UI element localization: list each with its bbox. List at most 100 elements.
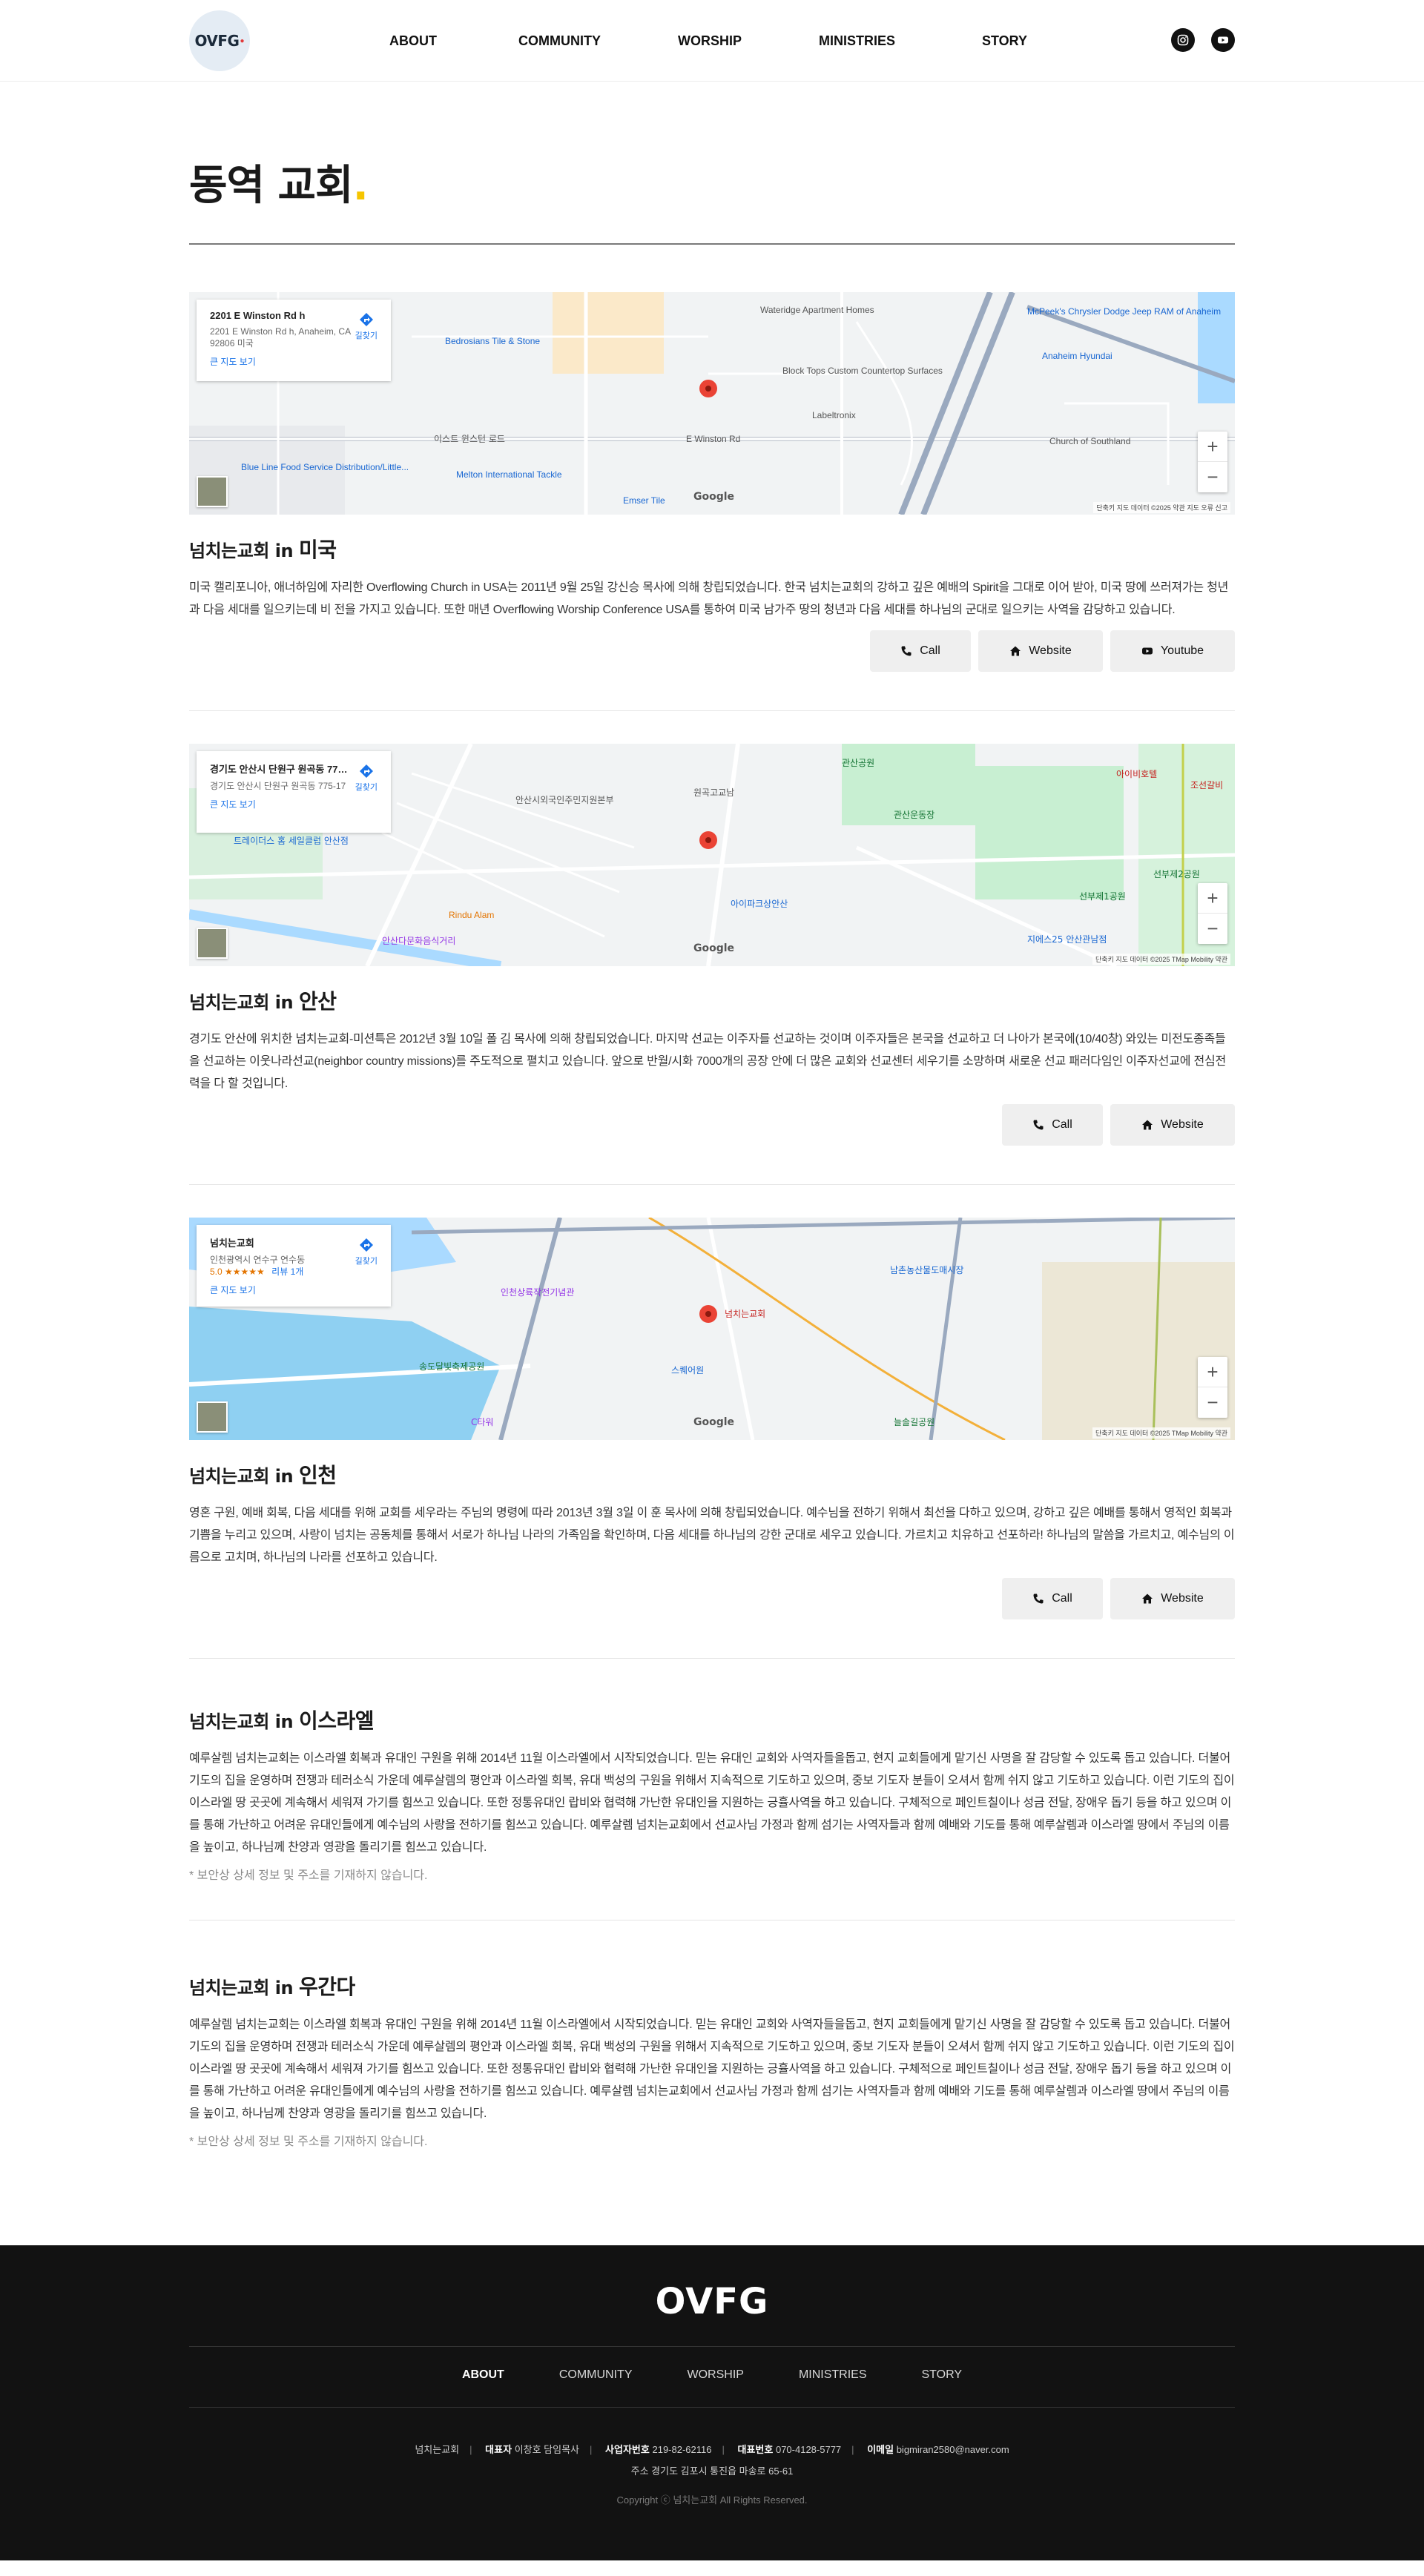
website-button[interactable]: Website — [978, 630, 1103, 672]
zoom-in-button[interactable]: + — [1198, 1357, 1227, 1387]
youtube-button[interactable]: Youtube — [1110, 630, 1235, 672]
call-button[interactable]: Call — [1002, 1578, 1103, 1619]
google-logo: Google — [693, 491, 735, 503]
map-label: 원곡고교남 — [693, 787, 734, 798]
map-label: 인천상륙작전기념관 — [501, 1287, 574, 1298]
map-place-name: 경기도 안산시 단원구 원곡동 775-17 — [210, 764, 351, 775]
church-prefix: 넘치는교회 in — [189, 1978, 294, 1998]
directions-label: 길찾기 — [355, 1257, 378, 1266]
map-zoom-control: + − — [1198, 883, 1227, 944]
map-label: 관산운동장 — [894, 810, 934, 820]
larger-map-link[interactable]: 큰 지도 보기 — [210, 1284, 378, 1296]
site-logo[interactable]: OVFG ● — [189, 10, 250, 71]
home-icon — [1142, 1120, 1153, 1130]
map-label: Rindu Alam — [449, 910, 494, 920]
nav-about[interactable]: ABOUT — [389, 33, 518, 49]
zoom-out-button[interactable]: − — [1198, 1387, 1227, 1418]
map-attribution: 단축키 지도 데이터 ©2025 TMap Mobility 약관 — [1092, 954, 1230, 965]
call-label: Call — [1052, 1118, 1072, 1131]
footer-rep: 이창호 담임목사 — [514, 2444, 580, 2455]
church-prefix: 넘치는교회 in — [189, 1466, 294, 1487]
footer-nav-ministries[interactable]: MINISTRIES — [799, 2368, 867, 2382]
map-label: 선부제1공원 — [1079, 891, 1126, 902]
map-label: 넘치는교회 — [725, 1309, 765, 1319]
footer-nav-story[interactable]: STORY — [922, 2368, 963, 2382]
security-note: * 보안상 상세 정보 및 주소를 기재하지 않습니다. — [189, 1869, 428, 1882]
church-location: 인천 — [298, 1463, 337, 1487]
map-label: Labeltronix — [812, 410, 856, 420]
website-label: Website — [1161, 1592, 1204, 1605]
church-actions: Call Website — [189, 1578, 1235, 1619]
footer-nav-about[interactable]: ABOUT — [462, 2368, 504, 2382]
call-button[interactable]: Call — [870, 630, 971, 672]
larger-map-link[interactable]: 큰 지도 보기 — [210, 355, 378, 368]
map-incheon[interactable]: 넘치는교회 인천상륙작전기념관 남촌농산물도매시장 송도달빛축제공원 스퀘어원 … — [189, 1218, 1235, 1440]
footer-nav-worship[interactable]: WORSHIP — [687, 2368, 743, 2382]
youtube-icon[interactable] — [1211, 28, 1235, 52]
zoom-in-button[interactable]: + — [1198, 883, 1227, 914]
nav-worship[interactable]: WORSHIP — [678, 33, 819, 49]
map-label: 아이파크상안산 — [731, 899, 788, 909]
nav-community[interactable]: COMMUNITY — [518, 33, 678, 49]
website-button[interactable]: Website — [1110, 1104, 1235, 1146]
directions-button[interactable]: 길찾기 — [355, 311, 378, 341]
map-label: 트레이더스 홈 세일클럽 안산점 — [234, 836, 349, 846]
map-label: 이스트 윈스턴 로드 — [434, 434, 505, 444]
satellite-toggle[interactable] — [197, 476, 228, 507]
directions-button[interactable]: 길찾기 — [355, 763, 378, 793]
zoom-out-button[interactable]: − — [1198, 462, 1227, 492]
map-label: Blue Line Food Service Distribution/Litt… — [241, 462, 409, 472]
nav-ministries[interactable]: MINISTRIES — [819, 33, 982, 49]
call-button[interactable]: Call — [1002, 1104, 1103, 1146]
footer-rep-label: 대표자 — [485, 2444, 512, 2455]
page-title: 동역 교회. — [189, 82, 1235, 243]
map-address: 2201 E Winston Rd h, Anaheim, CA 92806 미… — [210, 326, 351, 349]
church-description: 경기도 안산에 위치한 넘치는교회-미션특은 2012년 3월 10일 폴 김 … — [189, 1033, 1227, 1090]
home-icon — [1010, 646, 1021, 656]
footer-tel: 070-4128-5777 — [775, 2444, 842, 2455]
church-usa: Wateridge Apartment Homes Bedrosians Til… — [189, 292, 1235, 711]
map-label: McPeek's Chrysler Dodge Jeep RAM of Anah… — [1027, 306, 1221, 317]
church-actions: Call Website — [189, 1104, 1235, 1146]
map-reviews-link[interactable]: 리뷰 1개 — [271, 1266, 303, 1277]
nav-story[interactable]: STORY — [982, 33, 1056, 49]
social-links — [1171, 28, 1235, 52]
main-nav: ABOUT COMMUNITY WORSHIP MINISTRIES STORY — [389, 0, 1056, 82]
map-label: E Winston Rd — [686, 434, 740, 444]
website-label: Website — [1029, 644, 1072, 657]
map-address: 경기도 안산시 단원구 원곡동 775-17 — [210, 781, 346, 791]
church-prefix: 넘치는교회 in — [189, 1711, 294, 1732]
map-label: 선부제2공원 — [1153, 869, 1200, 879]
larger-map-link[interactable]: 큰 지도 보기 — [210, 798, 378, 810]
footer-nav: ABOUT COMMUNITY WORSHIP MINISTRIES STORY — [189, 2368, 1235, 2382]
directions-label: 길찾기 — [355, 331, 378, 340]
map-label: 송도달빛축제공원 — [419, 1361, 484, 1372]
website-button[interactable]: Website — [1110, 1578, 1235, 1619]
church-body: 넘치는교회 in 안산 경기도 안산에 위치한 넘치는교회-미션특은 2012년… — [189, 966, 1235, 1184]
map-label: Wateridge Apartment Homes — [760, 305, 874, 315]
map-usa[interactable]: Wateridge Apartment Homes Bedrosians Til… — [189, 292, 1235, 515]
zoom-in-button[interactable]: + — [1198, 432, 1227, 462]
directions-icon — [359, 764, 373, 778]
church-incheon: 넘치는교회 인천상륙작전기념관 남촌농산물도매시장 송도달빛축제공원 스퀘어원 … — [189, 1218, 1235, 1659]
phone-icon — [901, 646, 912, 656]
satellite-toggle[interactable] — [197, 1401, 228, 1433]
satellite-toggle[interactable] — [197, 928, 228, 959]
directions-button[interactable]: 길찾기 — [355, 1237, 378, 1266]
church-actions: Call Website Youtube — [189, 630, 1235, 672]
title-accent-dot: . — [352, 162, 369, 210]
footer-logo[interactable]: OVFG — [189, 2281, 1235, 2322]
map-ansan[interactable]: 관산공원 관산운동장 아이비호텔 조선갈비 선부제2공원 선부제1공원 트레이더… — [189, 744, 1235, 966]
logo-mark: ● — [240, 36, 245, 45]
footer-divider — [189, 2346, 1235, 2347]
footer-nav-community[interactable]: COMMUNITY — [559, 2368, 633, 2382]
zoom-out-button[interactable]: − — [1198, 914, 1227, 944]
footer-copyright: Copyright ⓒ 넘치는교회 All Rights Reserved. — [616, 2494, 808, 2506]
instagram-icon[interactable] — [1171, 28, 1195, 52]
map-zoom-control: + − — [1198, 432, 1227, 492]
youtube-icon — [1141, 647, 1153, 655]
map-label: 관산공원 — [842, 758, 874, 768]
footer-org: 넘치는교회 — [415, 2444, 460, 2455]
church-description: 영혼 구원, 예배 회복, 다음 세대를 위해 교회를 세우라는 주님의 명령에… — [189, 1507, 1235, 1564]
map-label: 조선갈비 — [1190, 780, 1223, 790]
